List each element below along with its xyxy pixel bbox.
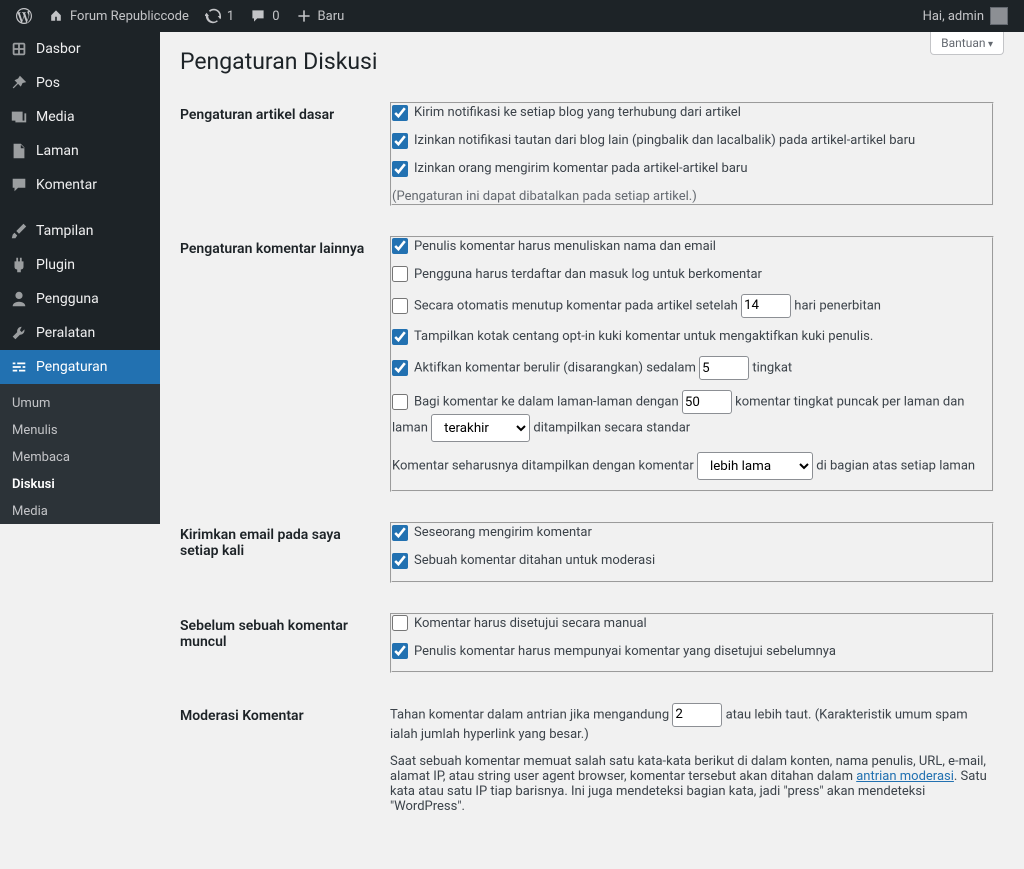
comment-icon — [250, 8, 266, 24]
menu-plugins[interactable]: Plugin — [0, 248, 160, 282]
wordpress-icon — [16, 8, 32, 24]
greeting-text: Hai, admin — [923, 9, 984, 24]
wrench-icon — [10, 324, 28, 342]
account-link[interactable]: Hai, admin — [915, 0, 1016, 32]
select-comment-order[interactable]: lebih lama — [697, 452, 813, 480]
dashboard-icon — [10, 40, 28, 58]
admin-bar: Forum Republiccode 1 0 Baru Hai, admin — [0, 0, 1024, 32]
help-tab[interactable]: Bantuan — [930, 32, 1004, 55]
cb-pingback-notify[interactable] — [392, 105, 408, 121]
user-icon — [10, 290, 28, 308]
brush-icon — [10, 222, 28, 240]
menu-settings[interactable]: Pengaturan — [0, 350, 160, 384]
cb-require-registration[interactable] — [392, 266, 408, 282]
menu-appearance[interactable]: Tampilan — [0, 214, 160, 248]
avatar — [990, 7, 1008, 25]
menu-users[interactable]: Pengguna — [0, 282, 160, 316]
cb-allow-pings[interactable] — [392, 133, 408, 149]
cb-close-comments[interactable] — [392, 298, 408, 314]
input-comments-per-page[interactable] — [682, 390, 732, 414]
input-thread-depth[interactable] — [699, 356, 749, 380]
submenu-writing[interactable]: Menulis — [0, 417, 160, 444]
submenu-general[interactable]: Umum — [0, 390, 160, 417]
menu-media[interactable]: Media — [0, 100, 160, 134]
content-area: Bantuan Pengaturan Diskusi Pengaturan ar… — [160, 32, 1024, 869]
cb-cookies-optin[interactable] — [392, 329, 408, 345]
input-close-days[interactable] — [741, 294, 791, 318]
heading-moderation: Moderasi Komentar — [180, 688, 380, 829]
updates-count: 1 — [227, 9, 234, 24]
cb-threaded-comments[interactable] — [392, 360, 408, 376]
submenu-discussion[interactable]: Diskusi — [0, 471, 160, 498]
home-icon — [48, 8, 64, 24]
cb-manual-approve[interactable] — [392, 615, 408, 631]
menu-tools[interactable]: Peralatan — [0, 316, 160, 350]
heading-other-comments: Pengaturan komentar lainnya — [180, 221, 380, 508]
menu-posts[interactable]: Pos — [0, 66, 160, 100]
wp-logo[interactable] — [8, 0, 40, 32]
cb-allow-comments[interactable] — [392, 161, 408, 177]
cb-previously-approved[interactable] — [392, 643, 408, 659]
pin-icon — [10, 74, 28, 92]
cb-email-on-comment[interactable] — [392, 525, 408, 541]
updates-link[interactable]: 1 — [197, 0, 242, 32]
plugin-icon — [10, 256, 28, 274]
page-icon — [10, 142, 28, 160]
media-icon — [10, 108, 28, 126]
comments-count: 0 — [272, 9, 279, 24]
new-content-link[interactable]: Baru — [288, 0, 353, 32]
cb-email-on-moderation[interactable] — [392, 553, 408, 569]
note-per-article: (Pengaturan ini dapat dibatalkan pada se… — [392, 189, 992, 204]
plus-icon — [296, 8, 312, 24]
page-title: Pengaturan Diskusi — [180, 32, 1004, 87]
link-moderation-queue[interactable]: antrian moderasi — [856, 769, 954, 784]
site-name-link[interactable]: Forum Republiccode — [40, 0, 197, 32]
menu-dashboard[interactable]: Dasbor — [0, 32, 160, 66]
input-max-links[interactable] — [672, 703, 722, 727]
cb-page-comments[interactable] — [392, 394, 408, 410]
admin-sidebar: Dasbor Pos Media Laman Komentar Tampilan… — [0, 32, 160, 524]
heading-email-me: Kirimkan email pada saya setiap kali — [180, 507, 380, 597]
comments-link[interactable]: 0 — [242, 0, 287, 32]
select-default-page[interactable]: terakhir — [431, 414, 530, 442]
sliders-icon — [10, 358, 28, 376]
menu-pages[interactable]: Laman — [0, 134, 160, 168]
menu-comments[interactable]: Komentar — [0, 168, 160, 202]
heading-before-appear: Sebelum sebuah komentar muncul — [180, 598, 380, 688]
submenu-reading[interactable]: Membaca — [0, 444, 160, 471]
heading-default-article: Pengaturan artikel dasar — [180, 87, 380, 221]
site-name-text: Forum Republiccode — [70, 9, 189, 24]
submenu-media[interactable]: Media — [0, 498, 160, 524]
new-label: Baru — [318, 9, 345, 24]
update-icon — [205, 8, 221, 24]
comments-icon — [10, 176, 28, 194]
settings-submenu: Umum Menulis Membaca Diskusi Media Perma… — [0, 384, 160, 524]
cb-require-name-email[interactable] — [392, 238, 408, 254]
